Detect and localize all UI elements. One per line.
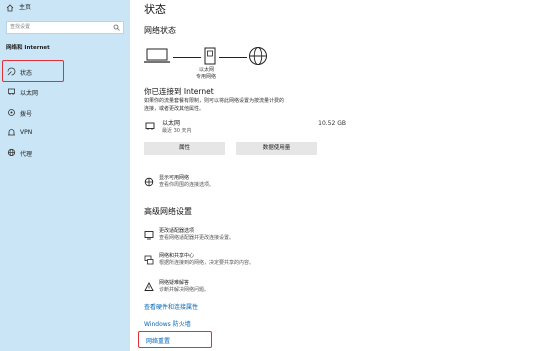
sharing-center-icon xyxy=(144,255,154,265)
search-input[interactable]: 查找设置 xyxy=(6,21,124,34)
advanced-item-title: 网络和共享中心 xyxy=(159,253,195,259)
main-content: 状态 网络状态 以太网 专用网络 你已连接到 Internet 如果你的流量套餐… xyxy=(130,0,554,351)
sidebar-item-ethernet[interactable]: 以太网 xyxy=(0,84,130,100)
dialup-icon xyxy=(7,108,16,117)
ethernet-icon xyxy=(7,87,16,96)
network-reset-highlight xyxy=(138,331,212,348)
advanced-item-desc: 诊断并解决网络问题。 xyxy=(159,287,210,293)
advanced-heading: 高级网络设置 xyxy=(144,207,192,216)
ethernet-port-icon xyxy=(204,47,216,65)
show-networks-desc: 查看你周围的连接选项。 xyxy=(159,182,215,188)
advanced-item-title: 更改适配器选项 xyxy=(159,228,195,234)
adapter-usage-value: 10.52 GB xyxy=(318,120,346,127)
adapter-options-item[interactable]: 更改适配器选项 查看网络适配器并更改连接设置。 xyxy=(144,228,314,248)
data-usage-button[interactable]: 数据使用量 xyxy=(236,142,317,155)
network-status-heading: 网络状态 xyxy=(144,26,176,35)
sidebar-item-label: 代理 xyxy=(20,151,33,158)
laptop-icon xyxy=(144,48,170,64)
diagram-label-line2: 专用网络 xyxy=(196,74,217,80)
show-networks-icon xyxy=(144,177,154,187)
troubleshoot-item[interactable]: 网络疑难解答 诊断并解决网络问题。 xyxy=(144,280,314,300)
connected-description: 连接，或者更改其他属性。 xyxy=(144,106,205,112)
hardware-properties-link[interactable]: 查看硬件和连接属性 xyxy=(144,302,198,311)
firewall-link[interactable]: Windows 防火墙 xyxy=(144,319,191,328)
home-icon xyxy=(6,4,14,12)
ethernet-adapter-icon xyxy=(145,121,155,131)
vpn-icon xyxy=(7,128,16,137)
sidebar-item-vpn[interactable]: VPN xyxy=(0,125,130,141)
section-title: 网络和 Internet xyxy=(6,45,50,51)
connection-line xyxy=(219,57,247,58)
home-label: 主页 xyxy=(19,4,32,11)
troubleshoot-icon xyxy=(144,282,154,292)
search-icon xyxy=(113,24,120,31)
connected-description: 如果你的流量套餐有限制，则可以将此网络设置为按流量计费的 xyxy=(144,98,285,104)
globe-icon xyxy=(248,46,268,66)
show-networks-title: 显示可用网络 xyxy=(159,175,190,181)
connected-heading: 你已连接到 Internet xyxy=(144,87,214,96)
sidebar: 主页 查找设置 网络和 Internet 状态 以太网 拨号 VPN 代理 xyxy=(0,0,130,351)
adapter-icon xyxy=(144,230,154,240)
proxy-icon xyxy=(7,148,16,157)
sharing-center-item[interactable]: 网络和共享中心 根据所连接到的网络，决定要共享的内容。 xyxy=(144,253,314,273)
show-networks-item[interactable]: 显示可用网络 查看你周围的连接选项。 xyxy=(144,175,294,195)
sidebar-item-label: 以太网 xyxy=(20,90,39,97)
sidebar-item-proxy[interactable]: 代理 xyxy=(0,145,130,161)
search-placeholder: 查找设置 xyxy=(10,24,31,30)
sidebar-item-label: VPN xyxy=(20,129,33,136)
sidebar-item-label: 拨号 xyxy=(20,111,33,118)
connection-line xyxy=(173,57,201,58)
network-diagram: 以太网 专用网络 xyxy=(144,44,274,84)
page-title: 状态 xyxy=(144,3,166,16)
sidebar-item-dialup[interactable]: 拨号 xyxy=(0,105,130,121)
properties-button[interactable]: 属性 xyxy=(144,142,225,155)
adapter-usage-period: 最近 30 天内 xyxy=(162,128,192,134)
advanced-item-title: 网络疑难解答 xyxy=(159,280,190,286)
diagram-label-line1: 以太网 xyxy=(199,67,215,73)
home-link[interactable]: 主页 xyxy=(6,3,66,13)
advanced-item-desc: 查看网络适配器并更改连接设置。 xyxy=(159,235,235,241)
advanced-item-desc: 根据所连接到的网络，决定要共享的内容。 xyxy=(159,260,255,266)
status-highlight xyxy=(2,60,64,82)
adapter-name: 以太网 xyxy=(162,120,181,127)
